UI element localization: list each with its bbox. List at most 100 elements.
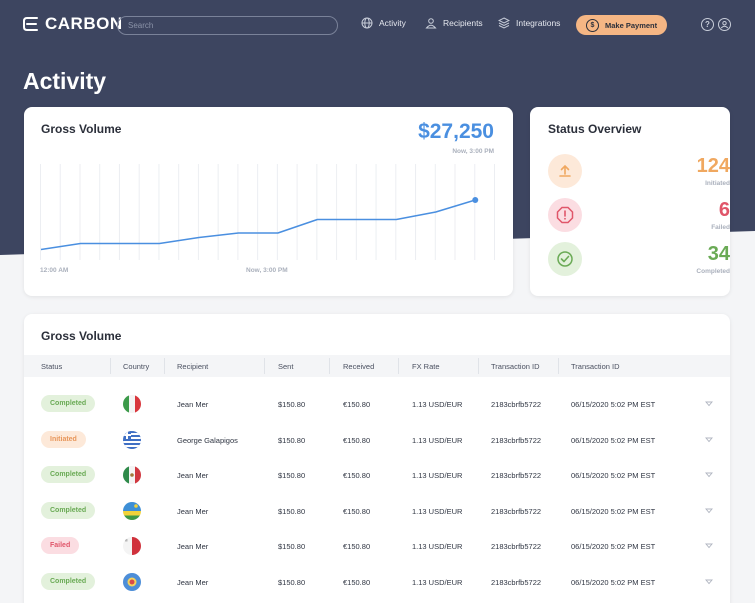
globe-icon bbox=[361, 17, 373, 29]
recipient-cell: Jean Mer bbox=[177, 506, 209, 516]
make-payment-label: Make Payment bbox=[605, 20, 658, 30]
status-overview-title: Status Overview bbox=[548, 122, 642, 136]
sent-cell: $150.80 bbox=[278, 400, 306, 409]
sent-cell: $150.80 bbox=[278, 577, 306, 587]
unknown-flag-icon bbox=[123, 572, 141, 591]
nav-activity[interactable]: Activity bbox=[361, 17, 406, 29]
gross-volume-amount: $27,250 bbox=[418, 120, 494, 143]
table-row[interactable]: Completed Jean Mer $150.80 €150.80 1.13 USD/… bbox=[24, 387, 730, 422]
nav-activity-label: Activity bbox=[379, 18, 406, 28]
chevron-down-icon[interactable] bbox=[705, 507, 713, 515]
chart-current-point[interactable] bbox=[472, 197, 479, 203]
col-transaction-date[interactable]: Transaction ID bbox=[571, 362, 620, 371]
italy-flag-icon bbox=[123, 395, 141, 413]
column-divider bbox=[398, 358, 399, 374]
brand-name: CARBON bbox=[45, 14, 123, 33]
transaction-id-cell: 2183cbrfb5722 bbox=[491, 400, 542, 409]
table-row[interactable]: Failed Jean Mer $150.80 €150.80 1.13 USD/EUR… bbox=[24, 529, 730, 564]
gross-volume-time: Now, 3:00 PM bbox=[452, 148, 494, 155]
recipient-cell: Jean Mer bbox=[177, 542, 209, 551]
received-cell: €150.80 bbox=[343, 506, 371, 516]
initiated-count: 124 bbox=[696, 155, 730, 177]
malta-flag-icon bbox=[123, 537, 141, 555]
status-badge: Failed bbox=[41, 537, 80, 554]
chevron-down-icon[interactable] bbox=[705, 471, 713, 479]
question-icon[interactable]: ? bbox=[701, 18, 714, 31]
completed-count: 34 bbox=[707, 243, 730, 265]
status-badge: Completed bbox=[41, 466, 96, 483]
nav-recipients[interactable]: Recipients bbox=[425, 17, 483, 29]
fx-rate-cell: 1.13 USD/EUR bbox=[412, 471, 463, 480]
alert-icon bbox=[548, 198, 582, 232]
transaction-id-cell: 2183cbrfb5722 bbox=[491, 577, 542, 587]
chart-x-start-label: 12:00 AM bbox=[40, 267, 69, 274]
gross-volume-title: Gross Volume bbox=[41, 122, 122, 136]
fx-rate-cell: 1.13 USD/EUR bbox=[412, 542, 463, 551]
received-cell: €150.80 bbox=[343, 542, 371, 551]
make-payment-button[interactable]: $ Make Payment bbox=[576, 15, 667, 35]
nav-integrations[interactable]: Integrations bbox=[498, 17, 560, 29]
rwanda-flag-icon bbox=[123, 501, 141, 520]
mexico-flag-icon bbox=[123, 466, 141, 484]
failed-label: Failed bbox=[711, 224, 730, 231]
layers-icon bbox=[498, 17, 510, 29]
transaction-id-cell: 2183cbrfb5722 bbox=[491, 542, 542, 551]
received-cell: €150.80 bbox=[343, 577, 371, 587]
gross-volume-chart bbox=[40, 164, 495, 260]
nav-integrations-label: Integrations bbox=[516, 18, 561, 28]
col-recipient[interactable]: Recipient bbox=[177, 362, 208, 371]
col-received[interactable]: Received bbox=[343, 362, 374, 371]
col-fx-rate[interactable]: FX Rate bbox=[412, 362, 440, 371]
transaction-id-cell: 2183cbrfb5722 bbox=[491, 435, 542, 445]
upload-icon bbox=[548, 154, 582, 188]
recipient-cell: George Galapigos bbox=[177, 435, 238, 445]
status-badge: Initiated bbox=[41, 430, 86, 448]
column-divider bbox=[164, 358, 165, 374]
table-row[interactable]: Initiated George Galapigos $150.80 €150.80 1… bbox=[24, 423, 730, 458]
col-status[interactable]: Status bbox=[41, 362, 62, 371]
received-cell: €150.80 bbox=[343, 435, 371, 445]
dollar-coin-icon: $ bbox=[586, 18, 599, 32]
table-header: Status Country Recipient Sent Received F… bbox=[24, 355, 730, 377]
table-row[interactable]: Completed Jean Mer $150.80 €150.80 1.13 USD/… bbox=[24, 458, 730, 493]
col-transaction-id[interactable]: Transaction ID bbox=[491, 362, 540, 371]
sent-cell: $150.80 bbox=[278, 542, 306, 551]
column-divider bbox=[264, 358, 265, 374]
page-title: Activity bbox=[23, 68, 107, 94]
search-input[interactable] bbox=[117, 16, 338, 35]
chevron-down-icon[interactable] bbox=[705, 436, 713, 444]
recipient-cell: Jean Mer bbox=[177, 400, 209, 409]
nav-recipients-label: Recipients bbox=[443, 18, 483, 28]
chart-x-end-label: Now, 3:00 PM bbox=[246, 267, 288, 274]
received-cell: €150.80 bbox=[343, 471, 371, 480]
recipient-cell: Jean Mer bbox=[177, 577, 209, 587]
col-sent[interactable]: Sent bbox=[278, 362, 293, 371]
transaction-date-cell: 06/15/2020 5:02 PM EST bbox=[571, 435, 656, 445]
failed-count: 6 bbox=[718, 199, 730, 221]
status-badge: Completed bbox=[41, 395, 96, 412]
chevron-down-icon[interactable] bbox=[705, 400, 713, 408]
fx-rate-cell: 1.13 USD/EUR bbox=[412, 577, 463, 587]
chevron-down-icon[interactable] bbox=[705, 578, 713, 586]
fx-rate-cell: 1.13 USD/EUR bbox=[412, 506, 463, 516]
transactions-title: Gross Volume bbox=[41, 329, 122, 343]
column-divider bbox=[110, 358, 111, 374]
transaction-id-cell: 2183cbrfb5722 bbox=[491, 506, 542, 516]
completed-label: Completed bbox=[696, 268, 730, 275]
initiated-label: Initiated bbox=[705, 180, 730, 187]
sent-cell: $150.80 bbox=[278, 471, 306, 480]
sent-cell: $150.80 bbox=[278, 506, 306, 516]
col-country[interactable]: Country bbox=[123, 362, 149, 371]
greece-flag-icon bbox=[123, 430, 141, 449]
carbon-logo-icon bbox=[23, 17, 38, 31]
status-badge: Completed bbox=[41, 501, 96, 519]
table-row[interactable]: Completed Jean Mer $150.80 €150.80 1.13 USD/… bbox=[24, 494, 730, 529]
check-icon bbox=[548, 242, 582, 276]
chevron-down-icon[interactable] bbox=[705, 542, 713, 550]
user-icon[interactable] bbox=[718, 18, 731, 31]
recipient-cell: Jean Mer bbox=[177, 471, 209, 480]
column-divider bbox=[329, 358, 330, 374]
carbon-logo[interactable]: CARBON bbox=[22, 14, 123, 34]
table-row[interactable]: Completed Jean Mer $150.80 €150.80 1.13 USD/… bbox=[24, 565, 730, 600]
transaction-date-cell: 06/15/2020 5:02 PM EST bbox=[571, 471, 656, 480]
